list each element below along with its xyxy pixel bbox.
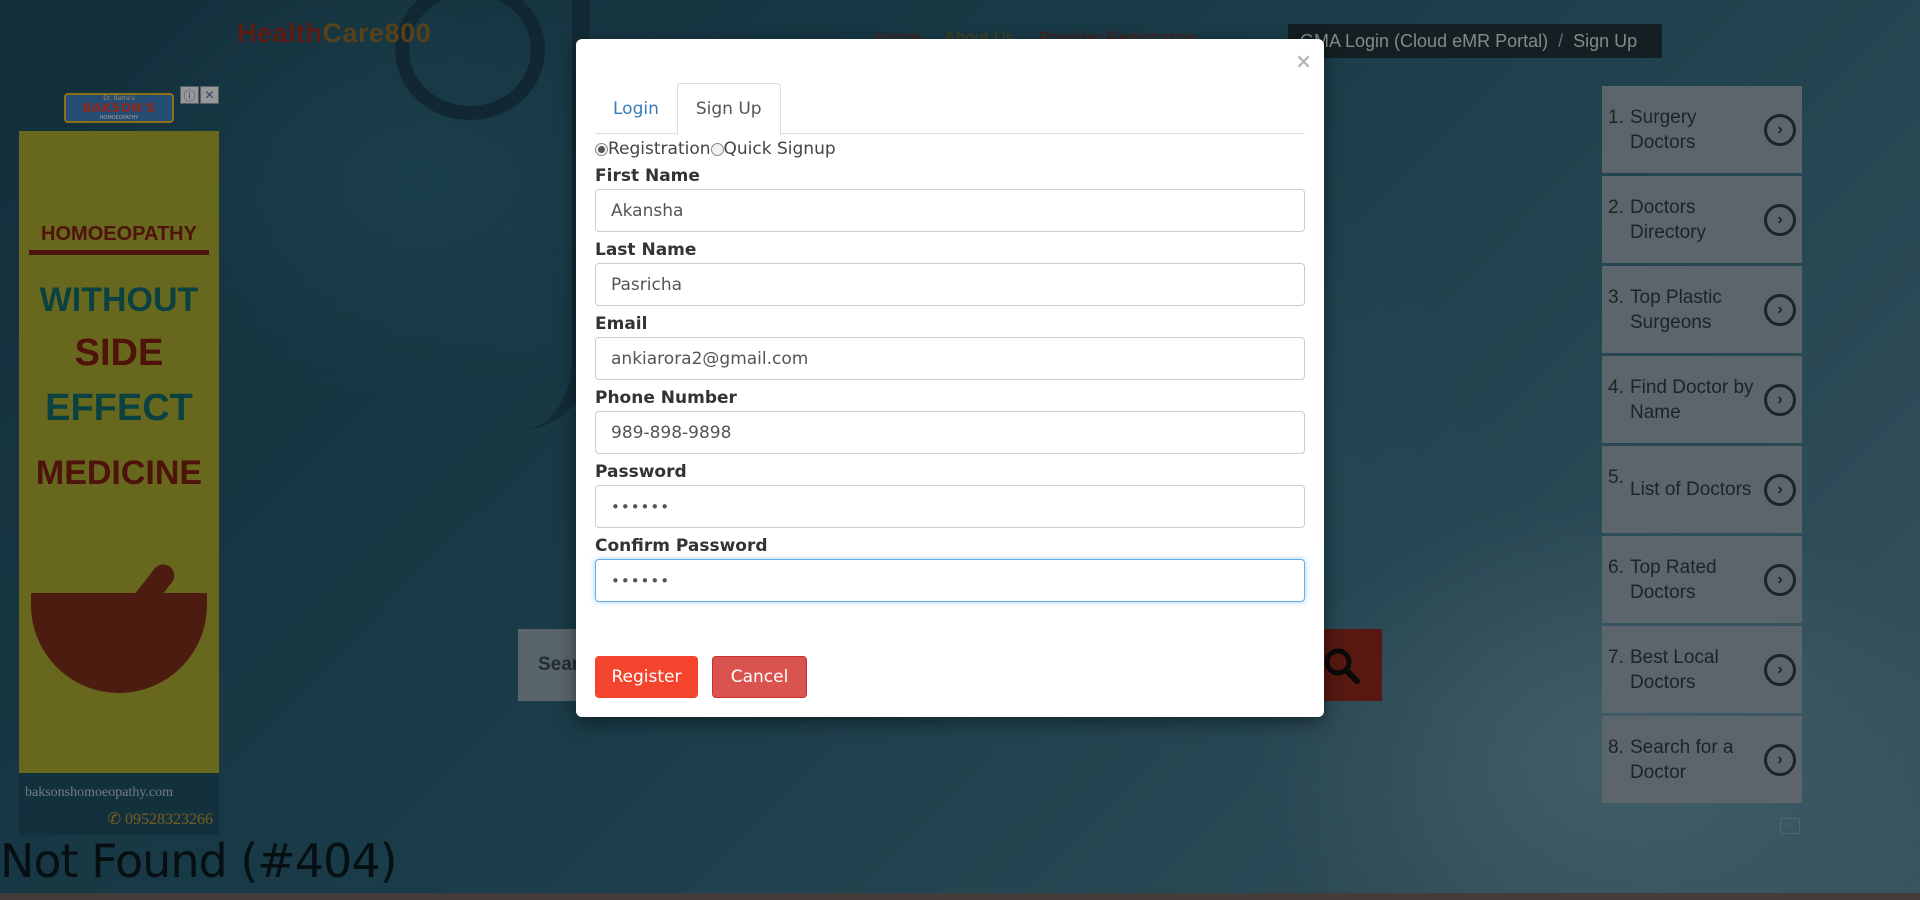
password-field[interactable]: [595, 485, 1305, 528]
close-icon[interactable]: ×: [1295, 49, 1312, 73]
quick-signup-radio[interactable]: [710, 142, 724, 156]
tab-login[interactable]: Login: [595, 83, 677, 134]
signup-type-radio-group: Registration Quick Signup: [595, 139, 836, 159]
registration-radio[interactable]: [595, 142, 608, 156]
password-label: Password: [595, 462, 687, 482]
confirm-password-field[interactable]: [595, 559, 1305, 602]
first-name-group: First Name: [595, 163, 1305, 237]
first-name-field[interactable]: [595, 189, 1305, 232]
signup-form: First Name Last Name Email Phone Number …: [595, 163, 1305, 607]
email-label: Email: [595, 314, 648, 334]
last-name-field[interactable]: [595, 263, 1305, 306]
modal-actions: Register Cancel: [595, 656, 807, 698]
email-field[interactable]: [595, 337, 1305, 380]
modal-tabs: Login Sign Up: [595, 83, 1305, 135]
signup-modal: × Login Sign Up Registration Quick Signu…: [576, 39, 1324, 717]
register-button[interactable]: Register: [595, 656, 698, 698]
quick-signup-radio-label[interactable]: Quick Signup: [724, 139, 836, 159]
phone-field[interactable]: [595, 411, 1305, 454]
confirm-password-label: Confirm Password: [595, 536, 768, 556]
registration-radio-label[interactable]: Registration: [608, 139, 711, 159]
email-group: Email: [595, 311, 1305, 385]
phone-group: Phone Number: [595, 385, 1305, 459]
tab-signup[interactable]: Sign Up: [676, 83, 781, 135]
last-name-group: Last Name: [595, 237, 1305, 311]
phone-label: Phone Number: [595, 388, 737, 408]
last-name-label: Last Name: [595, 240, 697, 260]
password-group: Password: [595, 459, 1305, 533]
first-name-label: First Name: [595, 166, 700, 186]
confirm-password-group: Confirm Password: [595, 533, 1305, 607]
cancel-button[interactable]: Cancel: [712, 656, 807, 698]
